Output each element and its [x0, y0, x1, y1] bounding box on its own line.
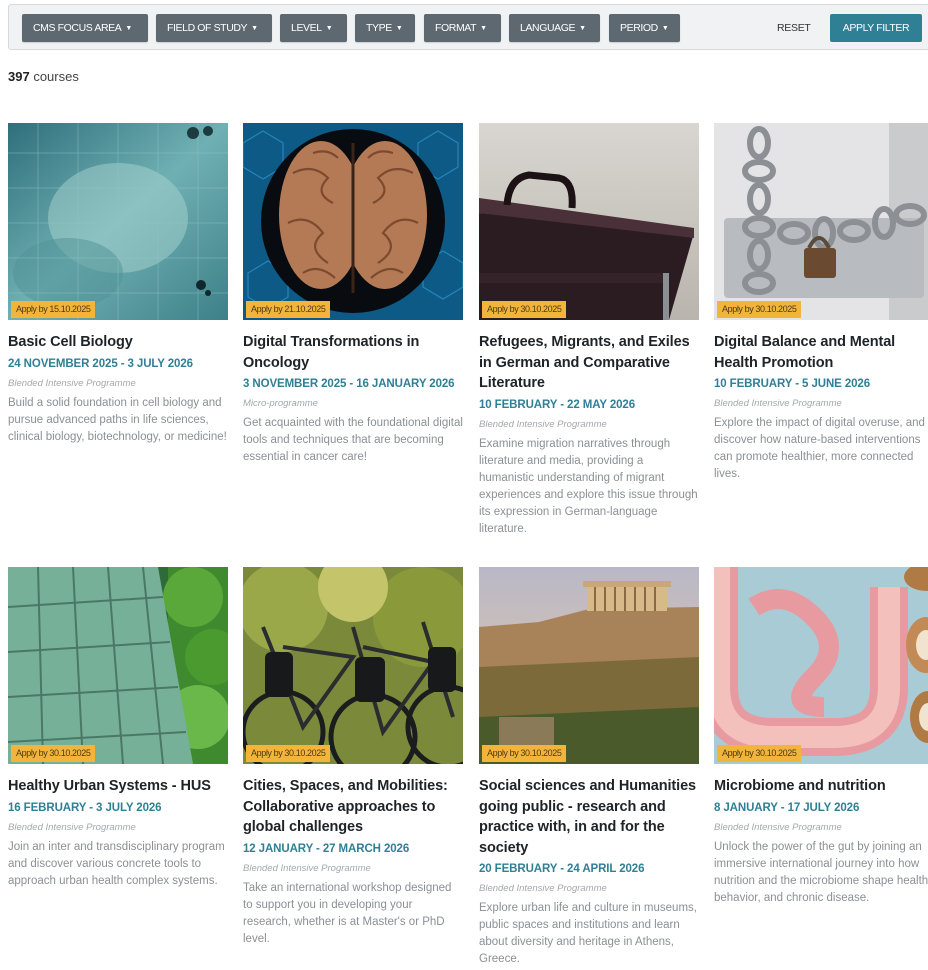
caret-down-icon: ▼ [395, 25, 403, 32]
filter-field-of-study-button[interactable]: FIELD OF STUDY ▼ [156, 14, 272, 42]
course-card[interactable]: Apply by 21.10.2025 Digital Transformati… [243, 123, 463, 466]
course-card[interactable]: Apply by 15.10.2025 Basic Cell Biology 2… [8, 123, 228, 446]
course-description: Unlock the power of the gut by joining a… [714, 840, 928, 904]
apply-deadline-badge: Apply by 30.10.2025 [11, 745, 96, 762]
course-description: Explore urban life and culture in museum… [479, 902, 697, 965]
course-dates: 10 FEBRUARY - 22 MAY 2026 [479, 398, 636, 411]
filter-cms-focus-area-button[interactable]: CMS FOCUS AREA ▼ [22, 14, 148, 42]
course-dates: 3 NOVEMBER 2025 - 16 JANUARY 2026 [243, 378, 455, 390]
filter-language-button[interactable]: LANGUAGE ▼ [509, 14, 600, 42]
course-image[interactable]: Apply by 30.10.2025 [714, 567, 928, 764]
filter-type-button[interactable]: TYPE ▼ [355, 14, 415, 42]
apply-deadline-badge: Apply by 30.10.2025 [717, 301, 802, 318]
filter-format-button[interactable]: FORMAT ▼ [424, 14, 501, 42]
reset-button[interactable]: RESET [777, 14, 811, 42]
apply-deadline-badge: Apply by 30.10.2025 [717, 745, 802, 762]
results-label: courses [33, 69, 79, 84]
course-type: Blended Intensive Programme [8, 821, 136, 833]
course-title[interactable]: Digital Transformations in Oncology [243, 332, 463, 373]
filter-label: CMS FOCUS AREA [33, 22, 122, 34]
course-title[interactable]: Microbiome and nutrition [714, 776, 928, 797]
apply-deadline-badge: Apply by 21.10.2025 [246, 301, 331, 318]
apply-filter-button[interactable]: APPLY FILTER [830, 14, 922, 42]
caret-down-icon: ▼ [251, 25, 258, 32]
course-card[interactable]: Apply by 30.10.2025 Refugees, Migrants, … [479, 123, 699, 538]
course-dates: 10 FEBRUARY - 5 JUNE 2026 [714, 378, 871, 390]
course-card[interactable]: Apply by 30.10.2025 Digital Balance and … [714, 123, 928, 483]
caret-down-icon: ▼ [579, 25, 586, 32]
course-card[interactable]: Apply by 30.10.2025 Microbiome and nutri… [714, 567, 928, 907]
course-dates: 16 FEBRUARY - 3 JULY 2026 [8, 801, 162, 814]
course-title[interactable]: Cities, Spaces, and Mobilities: Collabor… [243, 776, 463, 838]
course-image[interactable]: Apply by 30.10.2025 [8, 567, 228, 764]
course-type: Blended Intensive Programme [479, 883, 607, 894]
course-type: Blended Intensive Programme [243, 862, 371, 874]
course-type: Blended Intensive Programme [479, 418, 607, 430]
filter-label: TYPE [366, 22, 392, 34]
course-image[interactable]: Apply by 30.10.2025 [243, 567, 463, 764]
caret-down-icon: ▼ [480, 25, 487, 32]
course-image[interactable]: Apply by 30.10.2025 [479, 123, 699, 320]
filter-label: PERIOD [620, 22, 658, 34]
course-dates: 24 NOVEMBER 2025 - 3 JULY 2026 [8, 357, 193, 370]
filter-label: LEVEL [291, 22, 322, 34]
course-card[interactable]: Apply by 30.10.2025 Healthy Urban System… [8, 567, 228, 890]
apply-deadline-badge: Apply by 30.10.2025 [482, 745, 567, 762]
course-dates: 12 JANUARY - 27 MARCH 2026 [243, 842, 410, 855]
course-type: Blended Intensive Programme [714, 398, 842, 409]
filter-label: FORMAT [435, 22, 477, 34]
course-description: Build a solid foundation in cell biology… [8, 396, 227, 443]
filter-bar: CMS FOCUS AREA ▼ FIELD OF STUDY ▼ LEVEL ▼ T… [8, 4, 928, 50]
course-title[interactable]: Healthy Urban Systems - HUS [8, 776, 228, 797]
results-number: 397 [8, 69, 30, 84]
course-card[interactable]: Apply by 30.10.2025 Cities, Spaces, and … [243, 567, 463, 948]
course-dates: 20 FEBRUARY - 24 APRIL 2026 [479, 863, 645, 875]
course-description: Join an inter and transdisciplinary prog… [8, 840, 225, 887]
filter-label: FIELD OF STUDY [167, 22, 248, 34]
filter-label: LANGUAGE [520, 22, 576, 34]
course-description: Get acquainted with the foundational dig… [243, 417, 463, 463]
course-title[interactable]: Refugees, Migrants, and Exiles in German… [479, 332, 699, 394]
course-title[interactable]: Digital Balance and Mental Health Promot… [714, 332, 928, 373]
apply-deadline-badge: Apply by 15.10.2025 [11, 301, 96, 318]
course-type: Blended Intensive Programme [714, 821, 842, 833]
course-description: Explore the impact of digital overuse, a… [714, 417, 925, 480]
course-type: Micro-programme [243, 398, 318, 409]
course-image[interactable]: Apply by 21.10.2025 [243, 123, 463, 320]
course-title[interactable]: Social sciences and Humanities going pub… [479, 776, 699, 858]
filter-level-button[interactable]: LEVEL ▼ [280, 14, 347, 42]
results-count: 397 courses [8, 69, 79, 84]
course-image[interactable]: Apply by 15.10.2025 [8, 123, 228, 320]
caret-down-icon: ▼ [325, 25, 333, 32]
course-type: Blended Intensive Programme [8, 377, 136, 389]
apply-deadline-badge: Apply by 30.10.2025 [246, 745, 331, 762]
course-title[interactable]: Basic Cell Biology [8, 332, 228, 353]
course-image[interactable]: Apply by 30.10.2025 [714, 123, 928, 320]
caret-down-icon: ▼ [661, 25, 669, 32]
course-description: Take an international workshop designed … [243, 881, 452, 945]
course-image[interactable]: Apply by 30.10.2025 [479, 567, 699, 764]
course-card[interactable]: Apply by 30.10.2025 Social sciences and … [479, 567, 699, 968]
apply-deadline-badge: Apply by 30.10.2025 [482, 301, 567, 318]
course-description: Examine migration narratives through lit… [479, 437, 698, 535]
caret-down-icon: ▼ [125, 25, 132, 32]
filter-period-button[interactable]: PERIOD ▼ [609, 14, 680, 42]
course-dates: 8 JANUARY - 17 JULY 2026 [714, 801, 860, 814]
